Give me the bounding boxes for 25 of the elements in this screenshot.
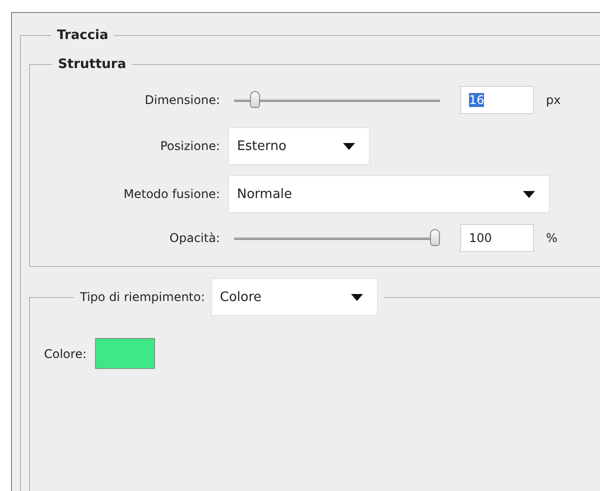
- unit-label: px: [546, 93, 561, 107]
- caret-icon: [350, 294, 363, 300]
- slider-thumb[interactable]: [250, 91, 260, 108]
- group-title: Traccia: [56, 28, 110, 43]
- slider-thumb[interactable]: [430, 229, 440, 246]
- selected-text-highlight: 100: [469, 231, 492, 245]
- field-label: Metodo fusione:: [122, 187, 221, 201]
- number-field[interactable]: 16: [460, 86, 534, 114]
- field-label: Dimensione:: [144, 93, 221, 107]
- dropdown[interactable]: Normale: [228, 175, 550, 213]
- dropdown[interactable]: Colore: [210, 278, 378, 316]
- field-label: Tipo di riempimento:: [80, 290, 205, 304]
- field-label: Opacità:: [168, 231, 221, 245]
- field-label: Posizione:: [159, 139, 221, 153]
- unit-label: %: [546, 231, 558, 245]
- color-swatch[interactable]: [94, 338, 154, 369]
- slider[interactable]: [234, 229, 440, 247]
- slider[interactable]: [234, 91, 440, 109]
- selected-text-highlight: 16: [469, 93, 484, 107]
- number-field[interactable]: 100: [460, 224, 534, 252]
- caret-icon: [523, 190, 535, 198]
- field-label: Colore:: [44, 346, 86, 360]
- caret-icon: [343, 142, 355, 150]
- dropdown[interactable]: Esterno: [228, 127, 370, 165]
- group-title: Struttura: [57, 57, 128, 72]
